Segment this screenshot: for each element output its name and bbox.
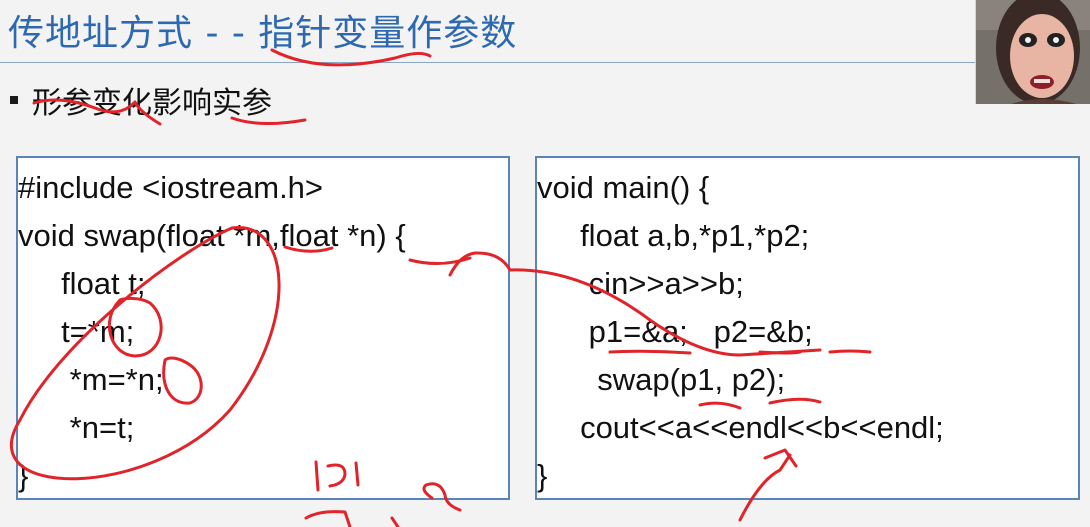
slide: 传地址方式 - - 指针变量作参数 形参变化影响实参 #include <ios… (0, 0, 1090, 527)
code-line: cin>>a>>b; (537, 266, 744, 301)
code-line: p1=&a; p2=&b; (537, 314, 813, 349)
code-line: *m=*n; (18, 362, 164, 397)
code-line: *n=t; (18, 410, 135, 445)
code-line: t=*m; (18, 314, 135, 349)
bullet-item: 形参变化影响实参 (10, 80, 272, 121)
swap-function-code-box: #include <iostream.h> void swap(float *m… (16, 156, 510, 500)
code-line: swap(p1, p2); (537, 362, 786, 397)
main-function-code-box: void main() { float a,b,*p1,*p2; cin>>a>… (535, 156, 1080, 500)
code-line: #include <iostream.h> (18, 170, 324, 205)
code-line: cout<<a<<endl<<b<<endl; (537, 410, 944, 445)
code-line: } (537, 458, 548, 493)
code-line: } (18, 458, 29, 493)
code-line: float a,b,*p1,*p2; (537, 218, 810, 253)
slide-title: 传地址方式 - - 指针变量作参数 (8, 13, 518, 54)
title-divider (0, 62, 975, 63)
code-line: float t; (18, 266, 146, 301)
presenter-video-thumbnail (975, 0, 1090, 104)
bullet-text: 形参变化影响实参 (32, 86, 272, 121)
code-line: void swap(float *m,float *n) { (18, 218, 406, 253)
bullet-marker-icon (10, 96, 18, 104)
code-line: void main() { (537, 170, 710, 205)
